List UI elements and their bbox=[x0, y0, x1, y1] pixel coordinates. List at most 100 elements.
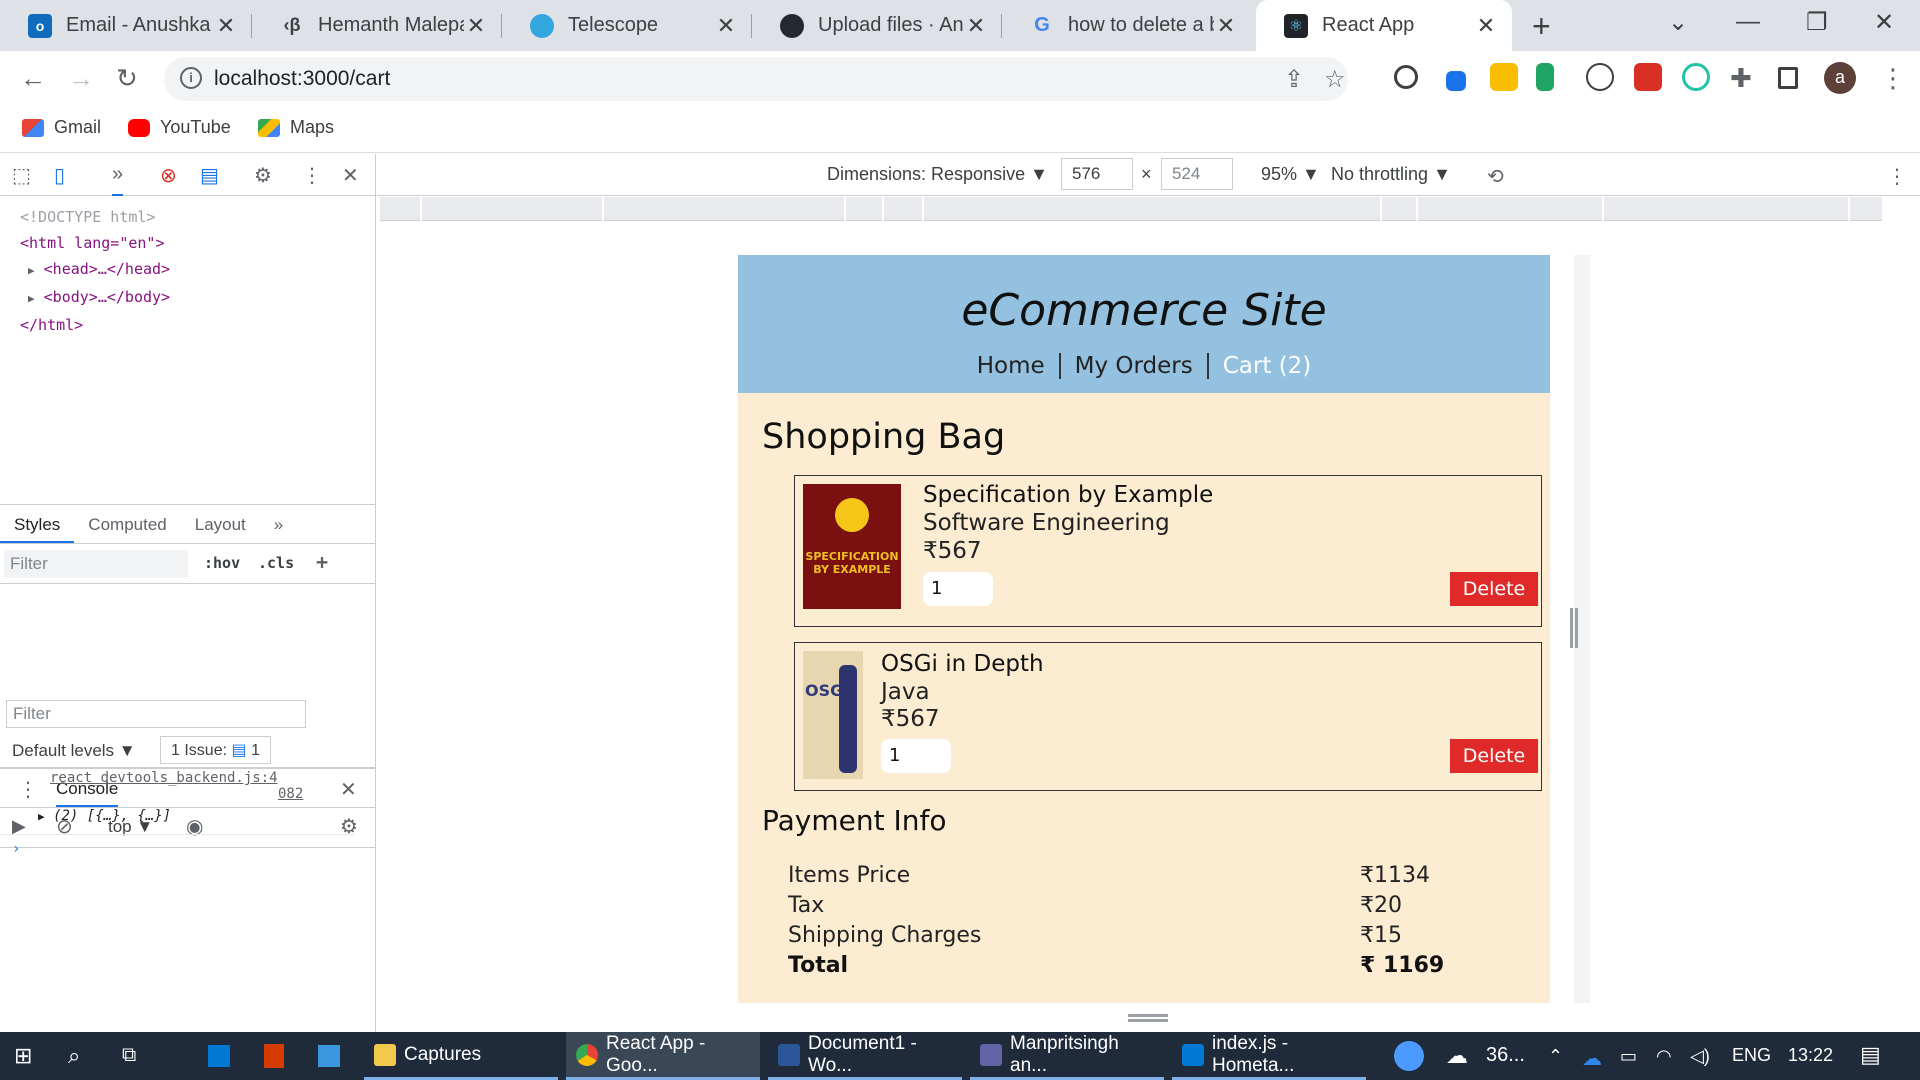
extension-icon[interactable] bbox=[1586, 63, 1614, 91]
site-info-icon[interactable]: i bbox=[180, 67, 202, 89]
side-panel-icon[interactable] bbox=[1778, 67, 1798, 89]
clock[interactable]: 13:22 bbox=[1788, 1045, 1833, 1066]
throttling-select[interactable]: No throttling ▼ bbox=[1331, 164, 1451, 185]
extension-icon[interactable] bbox=[1490, 63, 1518, 91]
styles-filter-input[interactable]: Filter bbox=[4, 550, 188, 578]
back-icon[interactable]: ← bbox=[20, 63, 46, 94]
notifications-icon[interactable]: ▤ bbox=[1860, 1042, 1881, 1068]
expand-triangle-icon[interactable]: ▶ bbox=[28, 264, 35, 277]
viewport-resize-handle-bottom[interactable] bbox=[1128, 1014, 1168, 1022]
levels-select[interactable]: Default levels ▼ bbox=[12, 741, 136, 761]
bookmark-star-icon[interactable]: ☆ bbox=[1324, 65, 1346, 94]
more-panels-icon[interactable]: » bbox=[112, 163, 124, 196]
viewport-height-input[interactable]: 524 bbox=[1161, 158, 1233, 190]
extensions-puzzle-icon[interactable]: ✚ bbox=[1730, 63, 1752, 94]
search-icon[interactable]: ⌕ bbox=[68, 1043, 80, 1069]
taskbar-app[interactable]: index.js - Hometa... bbox=[1172, 1032, 1366, 1080]
media-query-ruler[interactable] bbox=[380, 197, 1882, 221]
log-source-link[interactable]: react_devtools_backend.js:4 bbox=[0, 770, 356, 786]
dimensions-select[interactable]: Dimensions: Responsive ▼ bbox=[827, 164, 1048, 185]
close-icon[interactable]: ✕ bbox=[464, 13, 488, 39]
tray-expand-icon[interactable]: ⌃ bbox=[1548, 1046, 1563, 1067]
weather-text[interactable]: 36... bbox=[1486, 1044, 1525, 1067]
more-menu-icon[interactable]: ⋮ bbox=[1880, 63, 1906, 94]
close-icon[interactable]: ✕ bbox=[964, 13, 988, 39]
extension-icon[interactable] bbox=[1536, 63, 1554, 91]
viewport-resize-handle-right[interactable] bbox=[1570, 608, 1578, 648]
bookmark-gmail[interactable]: Gmail bbox=[22, 117, 101, 138]
zoom-select[interactable]: 95% ▼ bbox=[1261, 164, 1320, 185]
message-badge-icon[interactable]: ▤ bbox=[200, 163, 219, 188]
reload-icon[interactable]: ↻ bbox=[116, 63, 138, 94]
inspect-element-icon[interactable]: ⬚ bbox=[12, 163, 31, 188]
hov-toggle[interactable]: :hov bbox=[204, 554, 240, 572]
new-tab-icon[interactable]: + bbox=[1532, 8, 1551, 45]
office-icon[interactable] bbox=[264, 1044, 284, 1068]
more-tabs-icon[interactable]: » bbox=[260, 505, 297, 543]
dom-node-html[interactable]: <html lang="en"> bbox=[20, 230, 376, 256]
dom-node-html-close[interactable]: </html> bbox=[20, 312, 376, 338]
battery-icon[interactable]: ▭ bbox=[1620, 1046, 1637, 1067]
cls-toggle[interactable]: .cls bbox=[258, 554, 294, 572]
issues-button[interactable]: 1 Issue: ▤ 1 bbox=[160, 736, 271, 764]
task-view-icon[interactable]: ⧉ bbox=[122, 1044, 136, 1067]
log-value[interactable]: (2) [{…}, {…}] bbox=[53, 808, 171, 824]
new-rule-icon[interactable]: + bbox=[316, 550, 328, 574]
close-icon[interactable]: ✕ bbox=[1214, 13, 1238, 39]
browser-tab-active[interactable]: ⚛ React App ✕ bbox=[1256, 0, 1512, 51]
nav-my-orders[interactable]: My Orders bbox=[1061, 353, 1207, 379]
tab-computed[interactable]: Computed bbox=[74, 505, 180, 543]
browser-tab[interactable]: G how to delete a bra ✕ bbox=[1002, 0, 1252, 51]
viewport-width-input[interactable]: 576 bbox=[1061, 158, 1133, 190]
quantity-input[interactable]: 1 bbox=[881, 739, 951, 773]
help-icon[interactable] bbox=[1394, 1041, 1424, 1071]
record-extension-icon[interactable] bbox=[1394, 65, 1418, 89]
wifi-icon[interactable]: ◠ bbox=[1656, 1046, 1672, 1067]
device-more-icon[interactable]: ⋮ bbox=[1887, 164, 1907, 189]
nav-home[interactable]: Home bbox=[963, 353, 1059, 379]
console-prompt[interactable]: › bbox=[0, 834, 356, 857]
forward-icon[interactable]: → bbox=[68, 63, 94, 94]
close-devtools-icon[interactable]: ✕ bbox=[342, 163, 359, 188]
volume-icon[interactable]: ◁) bbox=[1690, 1046, 1710, 1067]
extension-icon[interactable] bbox=[1634, 63, 1662, 91]
share-icon[interactable]: ⇪ bbox=[1284, 65, 1304, 94]
language-indicator[interactable]: ENG bbox=[1732, 1045, 1771, 1066]
close-icon[interactable]: ✕ bbox=[214, 13, 238, 39]
tab-styles[interactable]: Styles bbox=[0, 505, 75, 543]
error-badge-icon[interactable]: ⊗ bbox=[160, 163, 177, 188]
bookmark-maps[interactable]: Maps bbox=[258, 117, 334, 138]
dom-node-doctype[interactable]: <!DOCTYPE html> bbox=[20, 204, 376, 230]
rotate-icon[interactable]: ⟲ bbox=[1487, 164, 1504, 189]
expand-triangle-icon[interactable]: ▶ bbox=[38, 810, 45, 823]
window-close-icon[interactable]: ✕ bbox=[1874, 8, 1894, 37]
onedrive-icon[interactable]: ☁ bbox=[1582, 1046, 1602, 1071]
devtools-menu-icon[interactable]: ⋮ bbox=[302, 163, 322, 188]
dom-node-head[interactable]: <head>…</head> bbox=[44, 260, 170, 278]
taskbar-app[interactable]: Document1 - Wo... bbox=[768, 1032, 962, 1080]
bookmark-youtube[interactable]: YouTube bbox=[128, 117, 231, 138]
close-icon[interactable]: ✕ bbox=[714, 13, 738, 39]
minimize-icon[interactable]: — bbox=[1736, 8, 1760, 36]
log-source-line[interactable]: 082 bbox=[0, 786, 356, 802]
browser-tab[interactable]: Upload files · Anush ✕ bbox=[752, 0, 1002, 51]
expand-triangle-icon[interactable]: ▶ bbox=[28, 292, 35, 305]
restore-icon[interactable]: ❐ bbox=[1806, 8, 1828, 37]
browser-tab[interactable]: ‹β Hemanth Malepati ✕ bbox=[252, 0, 502, 51]
url-text[interactable]: localhost:3000/cart bbox=[214, 67, 390, 91]
address-bar[interactable]: i localhost:3000/cart ⇪ ☆ bbox=[164, 57, 1348, 101]
browser-tab[interactable]: o Email - Anushka Ag ✕ bbox=[0, 0, 252, 51]
console-filter-input[interactable]: Filter bbox=[6, 700, 306, 728]
tab-layout[interactable]: Layout bbox=[181, 505, 260, 543]
taskbar-app[interactable]: Manpritsingh an... bbox=[970, 1032, 1164, 1080]
extension-icon[interactable] bbox=[1682, 63, 1710, 91]
close-icon[interactable]: ✕ bbox=[1474, 13, 1498, 39]
avatar[interactable]: a bbox=[1824, 62, 1856, 94]
dom-node-body[interactable]: <body>…</body> bbox=[44, 288, 170, 306]
store-icon[interactable] bbox=[208, 1045, 230, 1067]
control-panel-icon[interactable] bbox=[318, 1045, 340, 1067]
device-toggle-icon[interactable]: ▯ bbox=[54, 163, 65, 188]
windows-start-icon[interactable]: ⊞ bbox=[14, 1043, 32, 1069]
quantity-input[interactable]: 1 bbox=[923, 572, 993, 606]
browser-tab[interactable]: Telescope ✕ bbox=[502, 0, 752, 51]
